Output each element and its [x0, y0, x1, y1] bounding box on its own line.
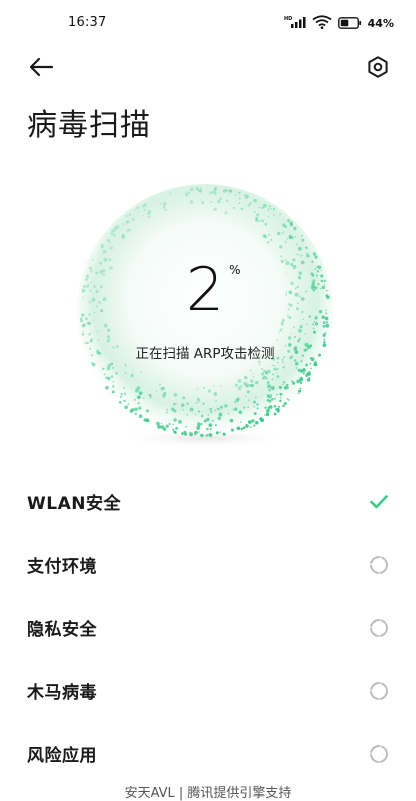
scan-check-list: WLAN安全 支付环境隐私安全木马病毒风险应用 [0, 470, 416, 785]
loading-spinner-icon [368, 743, 390, 765]
check-item: 支付环境 [0, 533, 416, 596]
battery-percent: 44% [367, 16, 394, 30]
hd-signal-icon: HD [284, 14, 306, 33]
loading-spinner-icon [368, 680, 390, 702]
hexagon-settings-icon [368, 56, 388, 78]
page-title: 病毒扫描 [27, 108, 151, 143]
status-bar: 16:37 HD 44% [0, 0, 416, 46]
scan-status-text: 正在扫描 ARP攻击检测 [135, 346, 275, 362]
check-item: WLAN安全 [0, 470, 416, 533]
check-item-label: WLAN安全 [27, 494, 121, 514]
arrow-left-icon [29, 57, 54, 77]
scan-percent-unit: % [229, 263, 241, 277]
check-item: 木马病毒 [0, 659, 416, 722]
check-item: 隐私安全 [0, 596, 416, 659]
status-icons: HD 44% [284, 13, 394, 33]
check-item-label: 木马病毒 [27, 683, 97, 703]
checkmark-icon [368, 491, 390, 513]
scan-percent-value: 2% [185, 255, 241, 325]
scan-percent: 2% [70, 260, 340, 320]
check-item: 风险应用 [0, 722, 416, 785]
check-item-label: 支付环境 [27, 557, 97, 577]
svg-text:HD: HD [284, 16, 292, 22]
status-time: 16:37 [68, 15, 107, 30]
loading-spinner-icon [368, 554, 390, 576]
scan-progress-sphere: 2% 正在扫描 ARP攻击检测 [70, 182, 340, 452]
check-item-label: 风险应用 [27, 746, 97, 766]
back-button[interactable] [26, 54, 56, 80]
check-item-label: 隐私安全 [27, 620, 97, 640]
wifi-icon [312, 14, 332, 33]
engine-credit: 安天AVL | 腾讯提供引擎支持 [124, 786, 292, 801]
battery-icon [337, 14, 362, 33]
loading-spinner-icon [368, 617, 390, 639]
settings-button[interactable] [364, 53, 392, 81]
